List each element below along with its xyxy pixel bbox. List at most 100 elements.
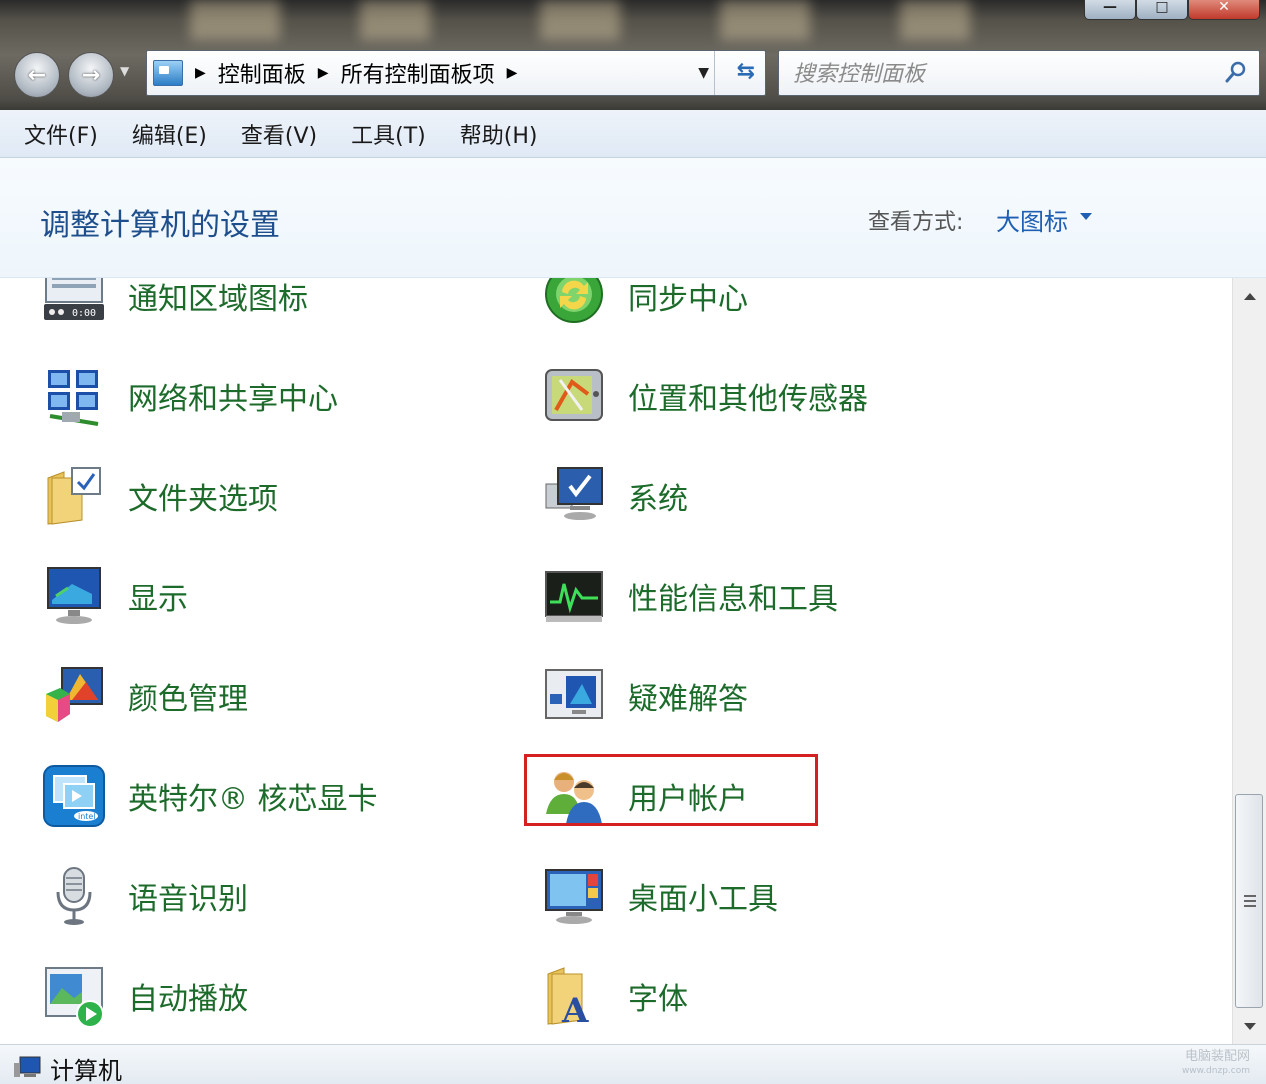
item-network-sharing[interactable]: 网络和共享中心 xyxy=(42,356,338,436)
display-icon xyxy=(47,567,101,624)
wallpaper-stripe xyxy=(900,0,970,40)
menu-view[interactable]: 查看(V) xyxy=(241,118,317,150)
autoplay-icon xyxy=(45,967,104,1028)
breadcrumb-arrow-icon[interactable]: ▶ xyxy=(195,65,206,81)
item-label: 自动播放 xyxy=(128,982,248,1017)
item-speech-recognition[interactable]: 语音识别 xyxy=(42,856,248,936)
item-desktop-gadgets[interactable]: 桌面小工具 xyxy=(542,856,778,936)
address-bar[interactable]: ▶ 控制面板 ▶ 所有控制面板项 ▶ ▼ ⇆ xyxy=(146,50,766,96)
watermark-url: www.dnzp.com xyxy=(1181,1066,1250,1076)
menu-help[interactable]: 帮助(H) xyxy=(460,118,538,150)
item-location-sensors[interactable]: 位置和其他传感器 xyxy=(542,356,868,436)
svg-text:0:00: 0:00 xyxy=(72,308,96,319)
grip-icon xyxy=(1244,895,1256,910)
item-folder-options[interactable]: 文件夹选项 xyxy=(42,456,278,536)
intel-graphics-icon: intel xyxy=(43,765,105,827)
microphone-icon xyxy=(56,867,92,925)
item-user-accounts[interactable]: 用户帐户 xyxy=(542,756,748,836)
item-troubleshooting[interactable]: 疑难解答 xyxy=(542,656,748,736)
status-bar: 计算机 电脑装配网 www.dnzp.com xyxy=(0,1044,1266,1084)
address-dropdown-icon[interactable]: ▼ xyxy=(698,65,709,81)
item-sync-center[interactable]: 同步中心 xyxy=(542,278,748,336)
caption-buttons: — □ ✕ xyxy=(1084,0,1260,20)
item-label: 系统 xyxy=(628,482,688,517)
item-label: 颜色管理 xyxy=(128,682,248,717)
arrow-up-icon xyxy=(1243,292,1256,300)
desktop-gadgets-icon xyxy=(545,869,603,924)
close-button[interactable]: ✕ xyxy=(1188,0,1260,20)
wallpaper-stripe xyxy=(540,0,620,40)
recent-pages-dropdown[interactable]: ▼ xyxy=(120,64,129,78)
item-label: 通知区域图标 xyxy=(128,282,308,317)
arrow-right-icon: → xyxy=(81,62,101,88)
notification-area-icon: 0:00 xyxy=(44,278,104,320)
content-header: 调整计算机的设置 查看方式: 大图标 xyxy=(0,158,1266,278)
view-by-arrow-icon[interactable] xyxy=(1080,213,1092,220)
search-box[interactable] xyxy=(778,50,1260,96)
item-performance[interactable]: 性能信息和工具 xyxy=(542,556,838,636)
forward-button[interactable]: → xyxy=(68,52,114,98)
watermark-title: 电脑装配网 xyxy=(1184,1049,1250,1064)
view-by-dropdown[interactable]: 大图标 xyxy=(996,202,1068,237)
item-notification-area[interactable]: 0:00 通知区域图标 xyxy=(42,278,308,336)
control-panel-icon xyxy=(153,60,183,86)
wallpaper-stripe xyxy=(190,0,280,40)
search-input[interactable] xyxy=(793,59,1213,89)
item-fonts[interactable]: A 字体 xyxy=(542,956,688,1036)
minimize-button[interactable]: — xyxy=(1084,0,1136,20)
item-label: 性能信息和工具 xyxy=(628,582,838,617)
scroll-down-button[interactable] xyxy=(1233,1008,1266,1044)
vertical-scrollbar[interactable] xyxy=(1232,278,1266,1044)
item-label: 语音识别 xyxy=(128,882,248,917)
sync-center-icon xyxy=(545,278,603,323)
computer-icon xyxy=(14,1056,41,1077)
back-button[interactable]: ← xyxy=(14,52,60,98)
wallpaper-stripe xyxy=(720,0,810,40)
menu-file[interactable]: 文件(F) xyxy=(24,118,98,150)
svg-text:A: A xyxy=(561,991,589,1028)
item-label: 位置和其他传感器 xyxy=(628,382,868,417)
breadcrumb-arrow-icon[interactable]: ▶ xyxy=(507,65,518,81)
control-panel-items: 0:00 通知区域图标 同步中心 网络和共享中心 位置和其他传感器 文件夹选项 … xyxy=(0,278,1232,1044)
folder-options-icon xyxy=(47,467,101,525)
user-accounts-icon xyxy=(546,772,602,824)
item-label: 网络和共享中心 xyxy=(128,382,338,417)
menu-tools[interactable]: 工具(T) xyxy=(351,118,426,150)
breadcrumb-all-items[interactable]: 所有控制面板项 xyxy=(341,57,495,89)
view-by-label: 查看方式: xyxy=(868,210,964,235)
menu-bar: 文件(F) 编辑(E) 查看(V) 工具(T) 帮助(H) xyxy=(0,110,1266,158)
item-autoplay[interactable]: 自动播放 xyxy=(42,956,248,1036)
window-chrome: — □ ✕ ← → ▼ ▶ 控制面板 ▶ 所有控制面板项 ▶ ▼ ⇆ xyxy=(0,0,1266,110)
item-label: 疑难解答 xyxy=(628,682,748,717)
item-label: 同步中心 xyxy=(628,282,748,317)
item-intel-graphics[interactable]: intel 英特尔® 核芯显卡 xyxy=(42,756,378,836)
item-system[interactable]: 系统 xyxy=(542,456,688,536)
system-icon xyxy=(545,467,603,520)
troubleshooting-icon xyxy=(545,669,603,719)
scroll-up-button[interactable] xyxy=(1233,278,1266,314)
divider xyxy=(714,51,715,95)
item-label: 桌面小工具 xyxy=(628,882,778,917)
search-icon[interactable] xyxy=(1225,61,1247,83)
arrow-left-icon: ← xyxy=(27,62,47,88)
scroll-thumb[interactable] xyxy=(1235,794,1263,1008)
item-label: 用户帐户 xyxy=(628,782,748,817)
item-display[interactable]: 显示 xyxy=(42,556,188,636)
page-title: 调整计算机的设置 xyxy=(40,208,280,243)
location-sensors-icon xyxy=(545,369,603,421)
breadcrumb-arrow-icon[interactable]: ▶ xyxy=(318,65,329,81)
svg-text:intel: intel xyxy=(78,812,96,821)
item-label: 英特尔® 核芯显卡 xyxy=(128,782,378,817)
refresh-icon[interactable]: ⇆ xyxy=(737,59,755,84)
breadcrumb-control-panel[interactable]: 控制面板 xyxy=(218,57,306,89)
item-label: 字体 xyxy=(628,982,688,1017)
item-label: 显示 xyxy=(128,582,188,617)
maximize-button[interactable]: □ xyxy=(1136,0,1188,20)
fonts-icon: A xyxy=(547,967,589,1028)
watermark: 电脑装配网 www.dnzp.com xyxy=(1182,1049,1250,1079)
item-color-management[interactable]: 颜色管理 xyxy=(42,656,248,736)
wallpaper-stripe xyxy=(360,0,430,40)
menu-edit[interactable]: 编辑(E) xyxy=(132,118,207,150)
network-sharing-icon xyxy=(48,370,99,426)
color-management-icon xyxy=(46,667,103,722)
